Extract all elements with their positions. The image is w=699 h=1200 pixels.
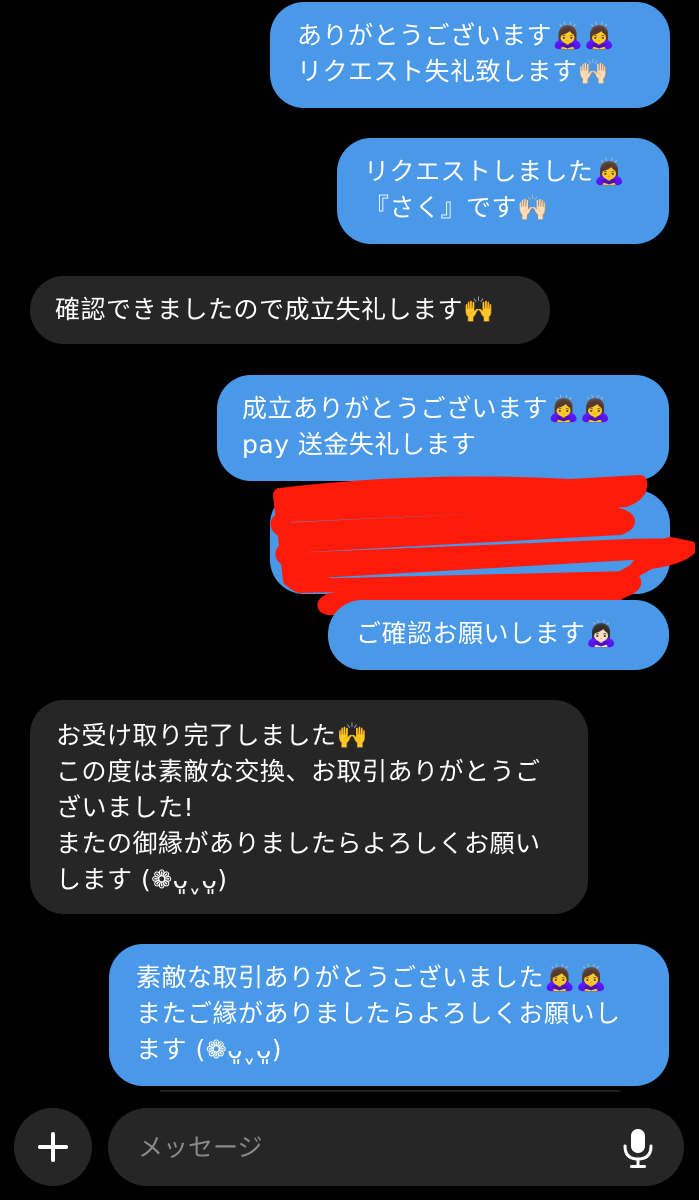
message-text: またご縁がありましたらよろしくお願いし — [136, 999, 621, 1028]
message-text: ざいました! — [56, 793, 195, 822]
sent-message-bubble[interactable]: 素敵な取引ありがとうございました🙇‍♀️🙇‍♀️ またご縁がありましたらよろしく… — [109, 944, 669, 1086]
message-text: 確認できましたので成立失礼します🙌 — [55, 295, 495, 324]
message-text: ご確認お願いします🙇🏻‍♀️ — [356, 619, 618, 648]
message-composer — [0, 1100, 699, 1200]
message-text: pay 送金失礼します — [242, 430, 477, 459]
sent-message-bubble[interactable]: 成立ありがとうございます🙇‍♀️🙇‍♀️ pay 送金失礼します — [217, 375, 669, 481]
microphone-icon — [623, 1129, 653, 1168]
message-text: 素敵な取引ありがとうございました🙇‍♀️🙇‍♀️ — [136, 963, 608, 992]
message-text: お受け取り完了しました🙌 — [56, 721, 369, 750]
message-text: ます (❁ᴗ͈ˬᴗ͈) — [136, 1035, 282, 1064]
message-text: リクエストしました🙇‍♀️ — [364, 157, 626, 186]
sent-message-bubble[interactable]: リクエストしました🙇‍♀️ 『さく』です🙌🏻 — [337, 138, 669, 244]
plus-icon — [38, 1132, 68, 1162]
received-message-bubble[interactable]: お受け取り完了しました🙌 この度は素敵な交換、お取引ありがとうご ざいました! … — [30, 700, 588, 914]
message-input[interactable] — [138, 1127, 598, 1167]
message-text: リクエスト失礼致します🙌🏻 — [297, 57, 610, 86]
received-message-bubble[interactable]: 確認できましたので成立失礼します🙌 — [30, 276, 550, 344]
sent-message-bubble[interactable]: ありがとうございます🙇‍♀️🙇‍♀️ リクエスト失礼致します🙌🏻 — [270, 2, 670, 108]
message-text: この度は素敵な交換、お取引ありがとうご — [56, 757, 541, 786]
sent-message-bubble[interactable]: ご確認お願いします🙇🏻‍♀️ — [328, 600, 669, 670]
microphone-button[interactable] — [618, 1126, 658, 1170]
message-text: します (❁ᴗ͈ˬᴗ͈) — [56, 865, 228, 894]
message-text: 成立ありがとうございます🙇‍♀️🙇‍♀️ — [242, 394, 612, 423]
add-attachment-button[interactable] — [14, 1108, 92, 1186]
message-text: ありがとうございます🙇‍♀️🙇‍♀️ — [297, 21, 616, 50]
message-field[interactable] — [108, 1108, 684, 1186]
thread-divider — [160, 1090, 620, 1092]
redaction-scribble — [270, 475, 695, 615]
message-text: またの御縁がありましたらよろしくお願い — [56, 829, 541, 858]
message-text: 『さく』です🙌🏻 — [364, 193, 549, 222]
